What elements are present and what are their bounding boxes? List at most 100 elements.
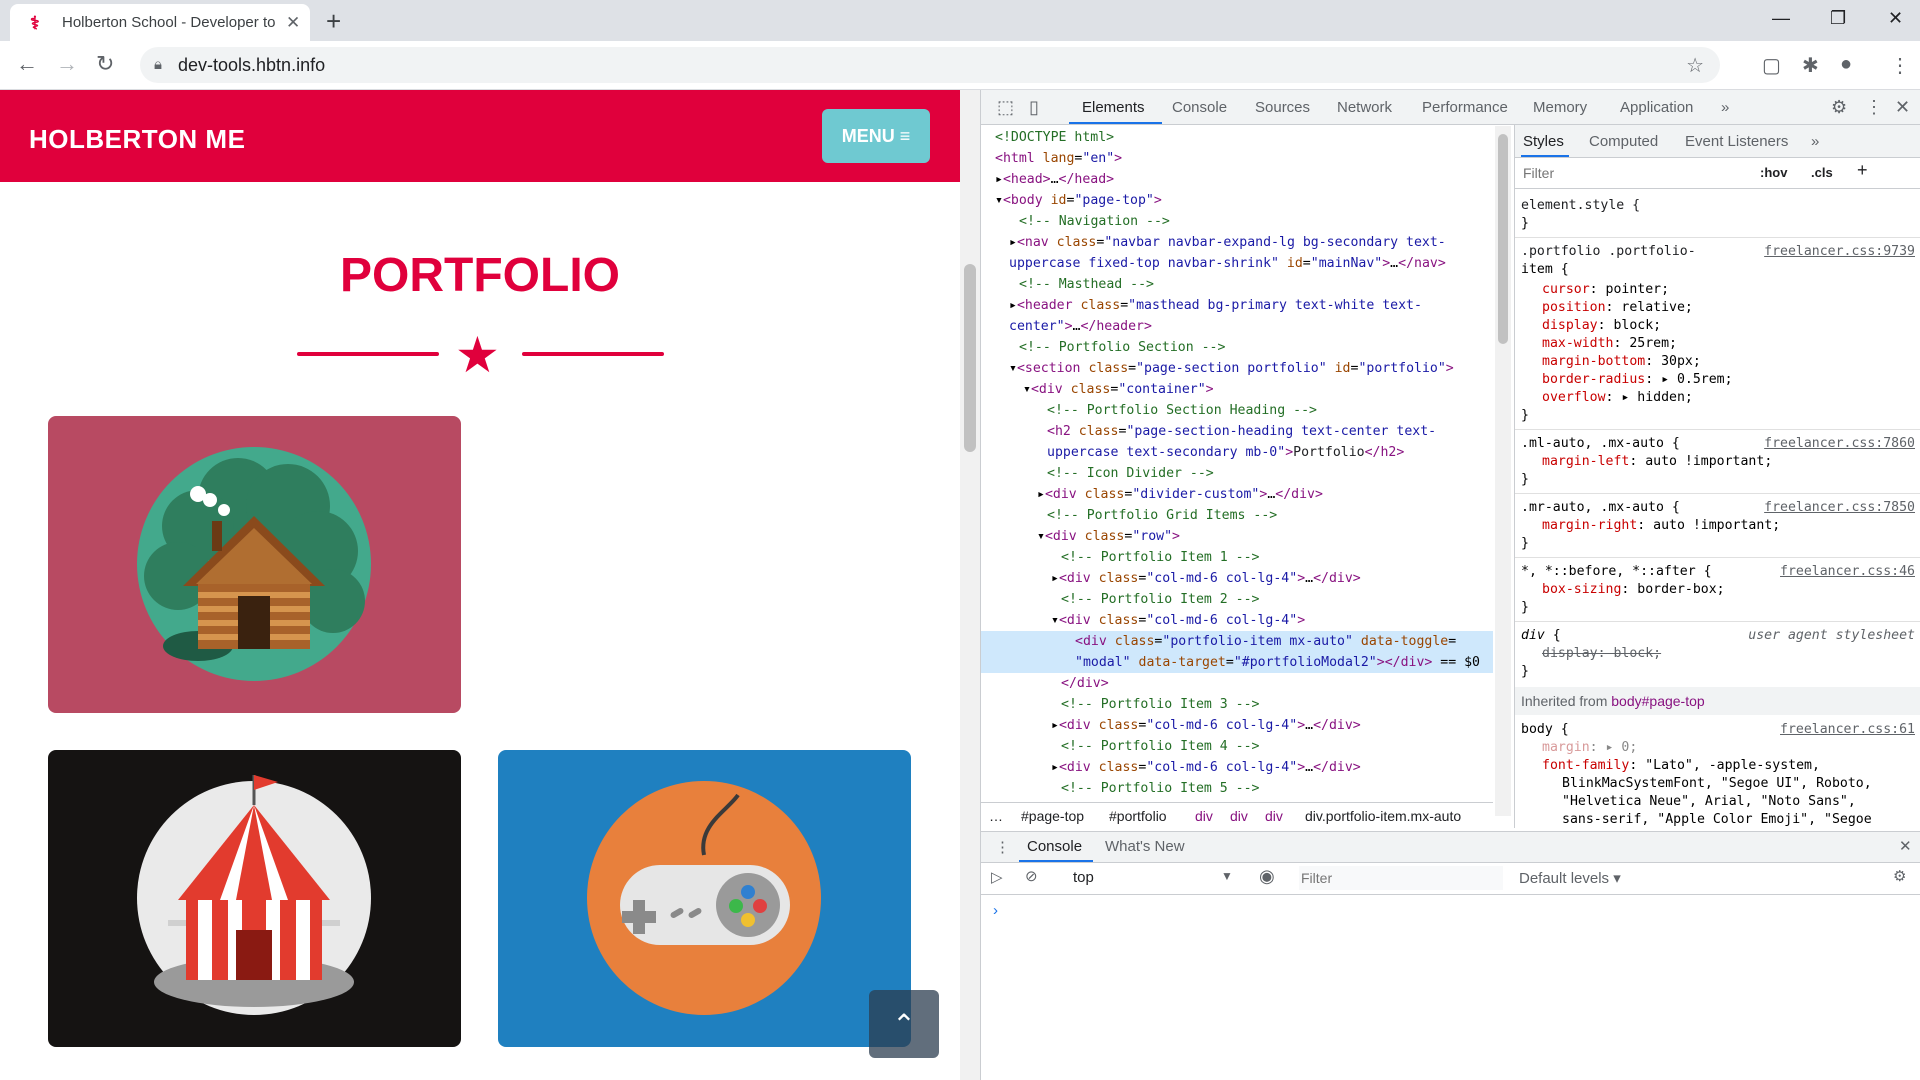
rule-selector[interactable]: .mr-auto, .mx-auto {freelancer.css:7850 — [1521, 499, 1920, 517]
tab-performance[interactable]: Performance — [1422, 99, 1508, 116]
console-filter-input[interactable] — [1299, 866, 1503, 890]
css-declaration[interactable]: position: relative; — [1542, 299, 1920, 317]
tab-memory[interactable]: Memory — [1533, 99, 1587, 116]
breadcrumb-item[interactable]: #portfolio — [1109, 808, 1167, 824]
dom-node[interactable]: ▸<header class="masthead bg-primary text… — [981, 295, 1493, 316]
device-toolbar-icon[interactable]: ▯ — [1029, 97, 1039, 118]
kebab-menu-icon[interactable]: ⋮ — [1890, 53, 1910, 78]
forward-icon[interactable]: → — [56, 51, 78, 77]
rule-selector[interactable]: .ml-auto, .mx-auto {freelancer.css:7860 — [1521, 435, 1920, 453]
settings-gear-icon[interactable]: ⚙ — [1831, 97, 1847, 118]
dom-node[interactable]: <!-- Portfolio Section --> — [981, 337, 1493, 358]
drawer-menu-icon[interactable]: ⋮ — [995, 838, 1010, 856]
page-scrollbar-thumb[interactable] — [964, 264, 976, 452]
dom-node[interactable]: <!-- Portfolio Section Heading --> — [981, 400, 1493, 421]
reload-icon[interactable]: ↻ — [96, 51, 114, 77]
tab-console[interactable]: Console — [1172, 99, 1227, 116]
drawer-tab-whats-new[interactable]: What's New — [1105, 838, 1185, 855]
lock-icon[interactable]: 🔒︎ — [154, 56, 162, 73]
extension-icon[interactable]: ▢ — [1762, 53, 1781, 78]
rule-selector[interactable]: div {user agent stylesheet — [1521, 627, 1920, 645]
dom-node[interactable]: <!-- Portfolio Item 5 --> — [981, 778, 1493, 799]
back-icon[interactable]: ← — [16, 51, 38, 77]
rule-selector[interactable]: *, *::before, *::after {freelancer.css:4… — [1521, 563, 1920, 581]
tab-event-listeners[interactable]: Event Listeners — [1685, 133, 1788, 150]
dom-node[interactable]: ▾<div class="row"> — [981, 526, 1493, 547]
new-tab-button[interactable]: + — [326, 6, 341, 37]
breadcrumb-item[interactable]: #page-top — [1021, 808, 1084, 824]
dom-node[interactable]: center">…</header> — [981, 316, 1493, 337]
dom-node[interactable]: ▾<div class="container"> — [981, 379, 1493, 400]
rule-element-style[interactable]: element.style { — [1521, 197, 1920, 215]
window-close-icon[interactable]: ✕ — [1888, 8, 1903, 29]
close-tab-icon[interactable]: ✕ — [286, 13, 300, 33]
maximize-icon[interactable]: ❐ — [1830, 8, 1846, 29]
dom-node[interactable]: ▸<div class="col-md-6 col-lg-4">…</div> — [981, 757, 1493, 778]
dom-node[interactable]: <html lang="en"> — [981, 148, 1493, 169]
css-declaration[interactable]: border-radius: ▸ 0.5rem; — [1542, 371, 1920, 389]
menu-button[interactable]: MENU ≡ — [822, 109, 930, 163]
drawer-tab-console[interactable]: Console — [1027, 838, 1082, 855]
rule-selector[interactable]: .portfolio .portfolio-freelancer.css:973… — [1521, 243, 1920, 261]
tab-application[interactable]: Application — [1620, 99, 1693, 116]
live-expression-eye-icon[interactable]: ◉ — [1259, 866, 1275, 887]
profile-avatar-icon[interactable]: ● — [1840, 53, 1852, 76]
css-declaration[interactable]: max-width: 25rem; — [1542, 335, 1920, 353]
page-scrollbar[interactable] — [960, 90, 980, 1080]
dom-tree[interactable]: <!DOCTYPE html> <html lang="en"> ▸<head>…<… — [981, 125, 1493, 817]
css-declaration[interactable]: margin-right: auto !important; — [1542, 517, 1920, 535]
tab-styles[interactable]: Styles — [1523, 133, 1564, 150]
dom-node[interactable]: ▸<nav class="navbar navbar-expand-lg bg-… — [981, 232, 1493, 253]
dom-node[interactable]: <!-- Masthead --> — [981, 274, 1493, 295]
context-selector[interactable]: top — [1073, 869, 1094, 886]
dom-node[interactable]: <!DOCTYPE html> — [981, 127, 1493, 148]
bookmark-star-icon[interactable]: ☆ — [1686, 53, 1704, 78]
dom-node[interactable]: <!-- Portfolio Item 1 --> — [981, 547, 1493, 568]
context-dropdown-icon[interactable]: ▼ — [1221, 869, 1233, 883]
css-declaration[interactable]: margin-left: auto !important; — [1542, 453, 1920, 471]
css-declaration[interactable]: margin-bottom: 30px; — [1542, 353, 1920, 371]
add-rule-icon[interactable]: + — [1857, 160, 1868, 181]
log-levels-dropdown[interactable]: Default levels ▾ — [1519, 869, 1621, 887]
site-brand[interactable]: HOLBERTON ME — [29, 124, 245, 155]
puzzle-extensions-icon[interactable]: ✱ — [1802, 53, 1819, 78]
dom-node[interactable]: <h2 class="page-section-heading text-cen… — [981, 421, 1493, 442]
dom-node[interactable]: <!-- Navigation --> — [981, 211, 1493, 232]
css-declaration[interactable]: overflow: ▸ hidden; — [1542, 389, 1920, 407]
rule-selector[interactable]: body {freelancer.css:61 — [1521, 721, 1920, 739]
dom-node[interactable]: ▸<head>…</head> — [981, 169, 1493, 190]
dom-node[interactable]: <!-- Icon Divider --> — [981, 463, 1493, 484]
tab-elements[interactable]: Elements — [1082, 99, 1145, 116]
cls-toggle[interactable]: .cls — [1811, 165, 1833, 180]
console-sidebar-icon[interactable]: ▷ — [991, 868, 1003, 886]
console-prompt-icon[interactable]: › — [993, 902, 998, 919]
css-declaration[interactable]: cursor: pointer; — [1542, 281, 1920, 299]
tab-network[interactable]: Network — [1337, 99, 1392, 116]
dom-tree-scrollbar-thumb[interactable] — [1498, 134, 1508, 344]
css-declaration[interactable]: font-family: "Lato", -apple-system, — [1542, 757, 1920, 775]
breadcrumb-item[interactable]: … — [989, 808, 1003, 824]
dom-node[interactable]: ▸<div class="col-md-6 col-lg-4">…</div> — [981, 568, 1493, 589]
breadcrumb-item[interactable]: div — [1265, 808, 1283, 824]
more-styles-tabs-icon[interactable]: » — [1811, 133, 1819, 150]
styles-filter-input[interactable] — [1521, 162, 1765, 184]
dom-node[interactable]: uppercase text-secondary mb-0">Portfolio… — [981, 442, 1493, 463]
inherited-target[interactable]: body#page-top — [1611, 693, 1704, 709]
dom-node[interactable]: <!-- Portfolio Grid Items --> — [981, 505, 1493, 526]
dom-node[interactable]: uppercase fixed-top navbar-shrink" id="m… — [981, 253, 1493, 274]
drawer-close-icon[interactable]: ✕ — [1899, 837, 1912, 855]
inspect-element-icon[interactable]: ⬚ — [997, 97, 1014, 118]
url-text[interactable]: dev-tools.hbtn.info — [178, 55, 325, 76]
breadcrumb-item-selected[interactable]: div.portfolio-item.mx-auto — [1305, 808, 1461, 824]
address-bar[interactable]: 🔒︎ dev-tools.hbtn.info ☆ — [140, 47, 1720, 83]
devtools-menu-icon[interactable]: ⋮ — [1865, 97, 1883, 118]
breadcrumb-item[interactable]: div — [1195, 808, 1213, 824]
dom-node[interactable]: ▸<div class="divider-custom">…</div> — [981, 484, 1493, 505]
dom-node[interactable]: <!-- Portfolio Item 3 --> — [981, 694, 1493, 715]
dom-node[interactable]: ▸<div class="col-md-6 col-lg-4">…</div> — [981, 715, 1493, 736]
dom-node[interactable]: ▾<body id="page-top"> — [981, 190, 1493, 211]
hov-toggle[interactable]: :hov — [1760, 165, 1787, 180]
dom-node-selected[interactable]: "modal" data-target="#portfolioModal2"><… — [981, 652, 1493, 673]
console-settings-icon[interactable]: ⚙ — [1893, 867, 1906, 885]
breadcrumb-item[interactable]: div — [1230, 808, 1248, 824]
